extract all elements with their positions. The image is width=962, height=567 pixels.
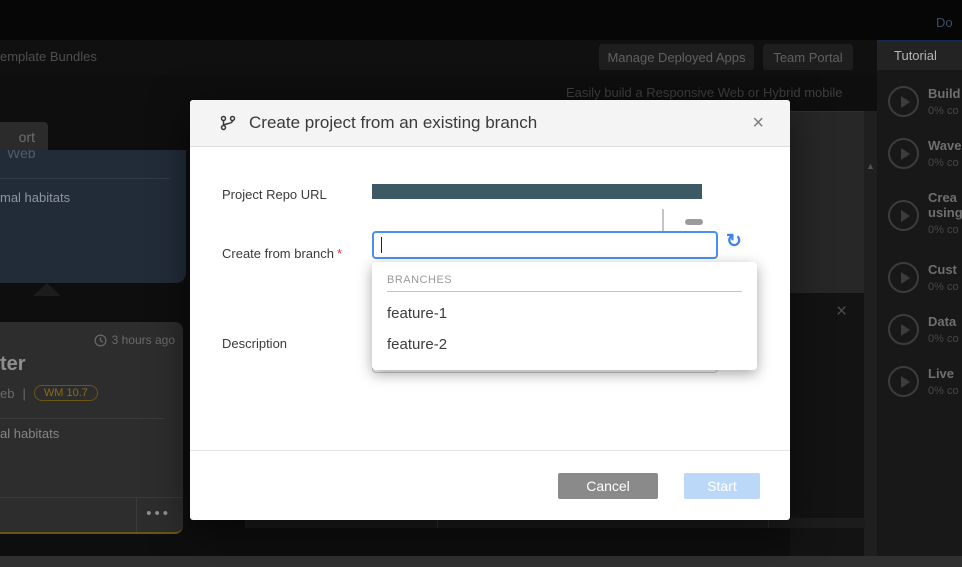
card-divider [0, 418, 165, 419]
card-meta-separator: | [22, 386, 25, 401]
tutorial-title: Wave [928, 138, 962, 153]
template-bundles-label: emplate Bundles [0, 49, 97, 64]
refresh-branches-icon[interactable]: ↻ [726, 232, 742, 251]
branch-label-text: Create from branch [222, 246, 334, 261]
play-triangle-icon [901, 324, 910, 336]
play-triangle-icon [901, 96, 910, 108]
play-triangle-icon [901, 376, 910, 388]
version-badge: WM 10.7 [34, 385, 98, 401]
tutorial-progress: 0% co [928, 333, 962, 345]
close-icon[interactable]: × [752, 113, 764, 133]
project-tooltip: Web mal habitats [0, 150, 186, 283]
project-card[interactable]: 3 hours ago ter eb | WM 10.7 al habitats… [0, 322, 183, 534]
tutorial-progress: 0% co [928, 385, 962, 397]
banner-close-icon[interactable]: × [836, 301, 847, 323]
card-timestamp: 3 hours ago [94, 333, 175, 347]
play-icon[interactable] [888, 262, 919, 293]
tooltip-description: mal habitats [0, 190, 70, 205]
tooltip-platform-label: Web [7, 150, 36, 161]
docs-link[interactable]: Do [936, 15, 953, 30]
branches-dropdown-divider [387, 291, 742, 292]
play-icon[interactable] [888, 366, 919, 397]
tutorial-text: Build 0% co [928, 86, 962, 117]
cancel-button[interactable]: Cancel [558, 473, 658, 499]
tutorial-text: Live 0% co [928, 366, 962, 397]
tooltip-arrow [33, 283, 61, 296]
tutorial-item[interactable]: Live 0% co [877, 366, 962, 416]
tutorial-progress: 0% co [928, 105, 962, 117]
card-description: al habitats [0, 426, 59, 441]
branch-option[interactable]: feature-2 [372, 329, 757, 360]
text-caret [381, 237, 382, 253]
play-triangle-icon [901, 210, 910, 222]
card-platform: eb [0, 386, 14, 401]
tutorial-title: Live [928, 366, 962, 381]
modal-title: Create project from an existing branch [249, 113, 752, 133]
modal-footer: Cancel Start [190, 450, 790, 520]
card-title: ter [0, 353, 26, 376]
branch-label: Create from branch* [222, 246, 342, 261]
play-icon[interactable] [888, 86, 919, 117]
tutorial-text: Data 0% co [928, 314, 962, 345]
play-triangle-icon [901, 272, 910, 284]
clock-icon [94, 334, 107, 347]
branch-input[interactable] [372, 231, 718, 259]
required-asterisk: * [337, 246, 342, 261]
start-button[interactable]: Start [684, 473, 760, 499]
tutorial-item[interactable]: Crea using 0% co [877, 190, 962, 260]
tutorial-item[interactable]: Build 0% co [877, 86, 962, 136]
import-button[interactable]: ort [0, 122, 48, 153]
card-footer-divider [136, 498, 137, 532]
tutorial-item[interactable]: Cust 0% co [877, 262, 962, 312]
tutorial-item[interactable]: Data 0% co [877, 314, 962, 364]
branch-option[interactable]: feature-1 [372, 298, 757, 329]
play-icon[interactable] [888, 200, 919, 231]
background-panel [790, 111, 864, 293]
manage-deployed-apps-button[interactable]: Manage Deployed Apps [599, 44, 754, 70]
tutorial-text: Cust 0% co [928, 262, 962, 293]
tutorial-title: Cust [928, 262, 962, 277]
url-scrollbar-thumb [685, 219, 703, 225]
git-branch-icon [220, 115, 236, 131]
tutorial-progress: 0% co [928, 281, 962, 293]
branches-dropdown: BRANCHES feature-1 feature-2 [372, 262, 757, 370]
team-portal-button[interactable]: Team Portal [763, 44, 853, 70]
tutorial-progress: 0% co [928, 224, 962, 236]
card-menu-dots-icon[interactable]: ••• [146, 505, 171, 522]
tutorial-title: Data [928, 314, 962, 329]
card-footer: ••• [0, 497, 183, 532]
top-strip [0, 0, 962, 40]
scrollbar[interactable]: ▲ [864, 111, 877, 556]
create-project-modal: Create project from an existing branch ×… [190, 100, 790, 520]
tutorial-title: Crea using [928, 190, 962, 220]
tutorial-item[interactable]: Wave 0% co [877, 138, 962, 188]
background-banner: × [790, 293, 864, 556]
play-triangle-icon [901, 148, 910, 160]
tutorials-sidebar: Tutorial Build 0% co Wave 0% co Crea usi… [877, 40, 962, 556]
branches-list: feature-1 feature-2 [372, 298, 757, 360]
app-screen: Do emplate Bundles Manage Deployed Apps … [0, 0, 962, 567]
tutorial-title: Build [928, 86, 962, 101]
url-scroll-cursor [662, 209, 664, 233]
tutorials-header: Tutorial [877, 40, 962, 70]
tutorial-progress: 0% co [928, 157, 962, 169]
tooltip-divider [0, 178, 170, 179]
scroll-up-arrow-icon[interactable]: ▲ [864, 161, 877, 171]
tutorial-text: Crea using 0% co [928, 190, 962, 236]
play-icon[interactable] [888, 314, 919, 345]
repo-url-selected-text[interactable] [372, 184, 702, 199]
tutorial-text: Wave 0% co [928, 138, 962, 169]
modal-header: Create project from an existing branch × [190, 100, 790, 147]
card-meta: eb | WM 10.7 [0, 385, 98, 401]
card-timestamp-text: 3 hours ago [112, 333, 175, 347]
branches-dropdown-header: BRANCHES [372, 262, 757, 291]
play-icon[interactable] [888, 138, 919, 169]
repo-url-label: Project Repo URL [222, 187, 327, 202]
description-label: Description [222, 336, 287, 351]
status-bar [0, 556, 962, 567]
